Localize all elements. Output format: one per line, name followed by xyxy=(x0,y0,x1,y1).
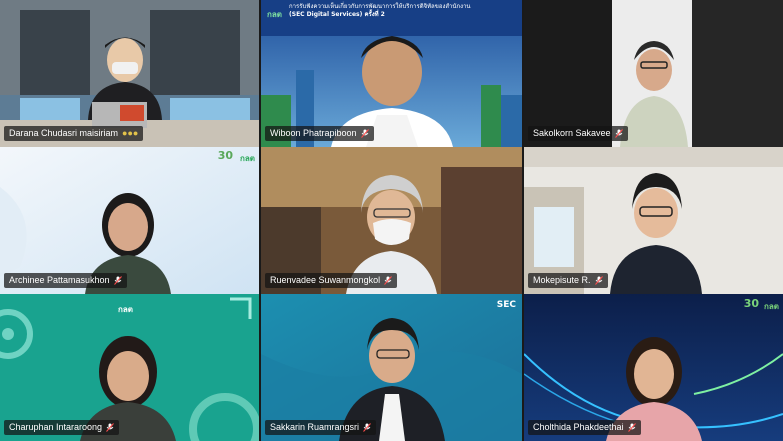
mic-muted-icon xyxy=(627,423,636,432)
video-tile-7[interactable]: กลต Charuphan Intararoong xyxy=(0,294,259,441)
sec-logo: กลต xyxy=(240,154,255,163)
video-tile-8[interactable]: SEC Sakkarin Ruamrangsri xyxy=(261,294,522,441)
speaking-dots-icon: ●●● xyxy=(122,128,139,138)
mic-muted-icon xyxy=(614,129,623,138)
video-feed-6 xyxy=(524,147,783,294)
video-feed-8 xyxy=(261,294,522,441)
video-tile-6[interactable]: Mokepisute R. xyxy=(524,147,783,294)
video-tile-2[interactable]: กลต การรับฟังความเห็นเกี่ยวกับการพัฒนากา… xyxy=(261,0,522,147)
banner-title-line2: (SEC Digital Services) ครั้งที่ 2 xyxy=(289,11,385,18)
video-feed-7 xyxy=(0,294,259,441)
sec-logo: กลต xyxy=(764,302,779,311)
mic-muted-icon xyxy=(113,276,122,285)
video-feed-9 xyxy=(524,294,783,441)
participant-name: Mokepisute R. xyxy=(533,275,591,285)
sec-logo: กลต xyxy=(118,305,133,314)
name-tag: Mokepisute R. xyxy=(528,273,608,288)
video-feed-1 xyxy=(0,0,259,147)
video-tile-1[interactable]: Darana Chudasri maisiriam ●●● xyxy=(0,0,259,147)
mic-muted-icon xyxy=(384,276,392,285)
video-feed-2 xyxy=(261,0,522,147)
mic-muted-icon xyxy=(363,423,371,432)
participant-name: Sakkarin Ruamrangsri xyxy=(270,422,360,432)
sec-logo: กลต xyxy=(267,10,282,19)
anniversary-logo: 30 xyxy=(217,149,233,162)
video-feed-3 xyxy=(524,0,783,147)
participant-name: Wiboon Phatrapiboon xyxy=(270,128,357,138)
sec-en-logo: SEC xyxy=(496,300,516,310)
banner-title-line1: การรับฟังความเห็นเกี่ยวกับการพัฒนาการให้… xyxy=(289,3,471,10)
name-tag: Cholthida Phakdeethai xyxy=(528,420,641,435)
participant-name: Charuphan Intararoong xyxy=(9,422,103,432)
video-grid: Darana Chudasri maisiriam ●●● กลต การรับ… xyxy=(0,0,783,441)
mic-muted-icon xyxy=(360,129,369,138)
participant-name: Cholthida Phakdeethai xyxy=(533,422,624,432)
participant-name: Darana Chudasri maisiriam xyxy=(9,128,119,138)
video-tile-4[interactable]: 30 กลต Archinee Pattamasukhon xyxy=(0,147,259,294)
video-tile-3[interactable]: Sakolkorn Sakavee xyxy=(524,0,783,147)
name-tag: Sakkarin Ruamrangsri xyxy=(265,420,377,435)
participant-name: Ruenvadee Suwanmongkol xyxy=(270,275,381,285)
name-tag: Ruenvadee Suwanmongkol xyxy=(265,273,398,288)
name-tag: Darana Chudasri maisiriam ●●● xyxy=(4,126,144,141)
mic-muted-icon xyxy=(594,276,603,285)
video-tile-5[interactable]: Ruenvadee Suwanmongkol xyxy=(261,147,522,294)
webinar-banner: การรับฟังความเห็นเกี่ยวกับการพัฒนาการให้… xyxy=(289,3,471,19)
video-feed-5 xyxy=(261,147,522,294)
name-tag: Sakolkorn Sakavee xyxy=(528,126,628,141)
participant-name: Sakolkorn Sakavee xyxy=(533,128,611,138)
name-tag: Archinee Pattamasukhon xyxy=(4,273,127,288)
name-tag: Wiboon Phatrapiboon xyxy=(265,126,374,141)
participant-name: Archinee Pattamasukhon xyxy=(9,275,110,285)
name-tag: Charuphan Intararoong xyxy=(4,420,120,435)
mic-muted-icon xyxy=(106,423,114,432)
anniversary-logo: 30 xyxy=(743,297,759,310)
video-feed-4 xyxy=(0,147,259,294)
video-tile-9[interactable]: 30 กลต Cholthida Phakdeethai xyxy=(524,294,783,441)
